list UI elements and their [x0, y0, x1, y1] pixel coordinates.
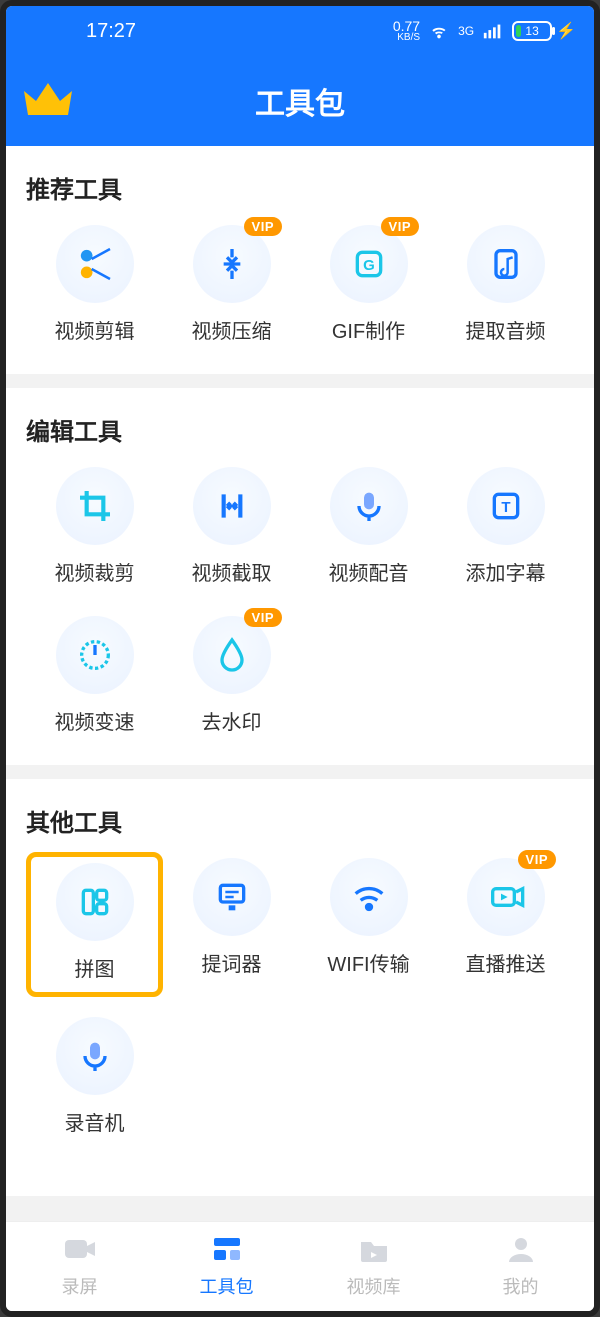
section-title: 其他工具 — [26, 803, 574, 838]
nav-label: 工具包 — [200, 1273, 254, 1299]
text-icon: T — [467, 467, 545, 545]
nav-me[interactable]: 我的 — [447, 1222, 594, 1311]
tool-label: 去水印 — [202, 706, 262, 735]
live-icon — [467, 858, 545, 936]
charging-icon: ⚡ — [556, 21, 576, 41]
wifi-icon — [428, 20, 450, 42]
tool-label: 视频裁剪 — [55, 557, 135, 586]
page-title: 工具包 — [255, 79, 345, 123]
tool-video-crop[interactable]: 视频裁剪 — [26, 467, 163, 586]
tool-gif-make[interactable]: VIP G GIF制作 — [300, 225, 437, 344]
tool-add-subtitle[interactable]: T 添加字幕 — [437, 467, 574, 586]
tool-video-compress[interactable]: VIP 视频压缩 — [163, 225, 300, 344]
nav-label: 视频库 — [347, 1273, 401, 1299]
section-other: 其他工具 拼图 提词器 W — [6, 779, 594, 1196]
tool-label: 视频截取 — [192, 557, 272, 586]
tool-video-speed[interactable]: 视频变速 — [26, 616, 163, 735]
tool-label: 视频剪辑 — [55, 315, 135, 344]
tool-label: 视频变速 — [55, 706, 135, 735]
speed-icon — [56, 616, 134, 694]
tool-label: 拼图 — [75, 953, 115, 982]
app-header: 工具包 — [6, 56, 594, 146]
tool-collage[interactable]: 拼图 — [26, 852, 163, 997]
net-label: 3G — [458, 24, 474, 38]
section-title: 推荐工具 — [26, 170, 574, 205]
crown-icon[interactable] — [24, 81, 72, 121]
nav-record[interactable]: 录屏 — [6, 1222, 153, 1311]
tool-video-dub[interactable]: 视频配音 — [300, 467, 437, 586]
droplet-icon — [193, 616, 271, 694]
tool-wifi-transfer[interactable]: WIFI传输 — [300, 858, 437, 987]
svg-text:T: T — [501, 499, 510, 516]
status-bar: 17:27 0.77 KB/S 3G 13 ⚡ — [6, 6, 594, 56]
tool-recorder[interactable]: 录音机 — [26, 1017, 163, 1136]
collage-icon — [56, 863, 134, 941]
tool-label: GIF制作 — [332, 315, 405, 344]
status-right: 0.77 KB/S 3G 13 ⚡ — [393, 20, 576, 42]
tool-label: 直播推送 — [466, 948, 546, 977]
wifi-transfer-icon — [330, 858, 408, 936]
section-recommended: 推荐工具 视频剪辑 VIP 视频压缩 VIP — [6, 146, 594, 374]
compress-icon — [193, 225, 271, 303]
nav-label: 我的 — [503, 1273, 539, 1299]
battery-icon: 13 ⚡ — [512, 21, 576, 41]
gif-icon: G — [330, 225, 408, 303]
vip-badge: VIP — [244, 217, 282, 236]
crop-icon — [56, 467, 134, 545]
tool-label: 视频压缩 — [192, 315, 272, 344]
status-time: 17:27 — [86, 20, 136, 43]
bottom-nav: 录屏 工具包 视频库 我的 — [6, 1221, 594, 1311]
tool-extract-audio[interactable]: 提取音频 — [437, 225, 574, 344]
section-edit: 编辑工具 视频裁剪 视频截取 — [6, 388, 594, 765]
tool-label: 添加字幕 — [466, 557, 546, 586]
tool-remove-watermark[interactable]: VIP 去水印 — [163, 616, 300, 735]
tool-video-edit[interactable]: 视频剪辑 — [26, 225, 163, 344]
scissors-icon — [56, 225, 134, 303]
vip-badge: VIP — [518, 850, 556, 869]
folder-icon — [357, 1234, 391, 1269]
music-file-icon — [467, 225, 545, 303]
signal-icon — [482, 20, 504, 42]
tool-label: 录音机 — [65, 1107, 125, 1136]
content-scroll[interactable]: 推荐工具 视频剪辑 VIP 视频压缩 VIP — [6, 146, 594, 1221]
svg-text:G: G — [363, 257, 375, 274]
tool-label: 视频配音 — [329, 557, 409, 586]
nav-label: 录屏 — [62, 1273, 98, 1299]
nav-toolkit[interactable]: 工具包 — [153, 1222, 300, 1311]
net-speed: 0.77 KB/S — [393, 20, 420, 42]
mic-icon — [56, 1017, 134, 1095]
camera-icon — [63, 1234, 97, 1269]
tool-live-push[interactable]: VIP 直播推送 — [437, 858, 574, 987]
tool-video-trim[interactable]: 视频截取 — [163, 467, 300, 586]
nav-library[interactable]: 视频库 — [300, 1222, 447, 1311]
tool-teleprompter[interactable]: 提词器 — [163, 858, 300, 987]
section-title: 编辑工具 — [26, 412, 574, 447]
toolkit-icon — [210, 1234, 244, 1269]
vip-badge: VIP — [244, 608, 282, 627]
vip-badge: VIP — [381, 217, 419, 236]
phone-frame: 17:27 0.77 KB/S 3G 13 ⚡ 工具包 — [0, 0, 600, 1317]
mic-icon — [330, 467, 408, 545]
teleprompter-icon — [193, 858, 271, 936]
tool-label: WIFI传输 — [327, 948, 409, 977]
person-icon — [504, 1234, 538, 1269]
trim-icon — [193, 467, 271, 545]
tool-label: 提取音频 — [466, 315, 546, 344]
tool-label: 提词器 — [202, 948, 262, 977]
